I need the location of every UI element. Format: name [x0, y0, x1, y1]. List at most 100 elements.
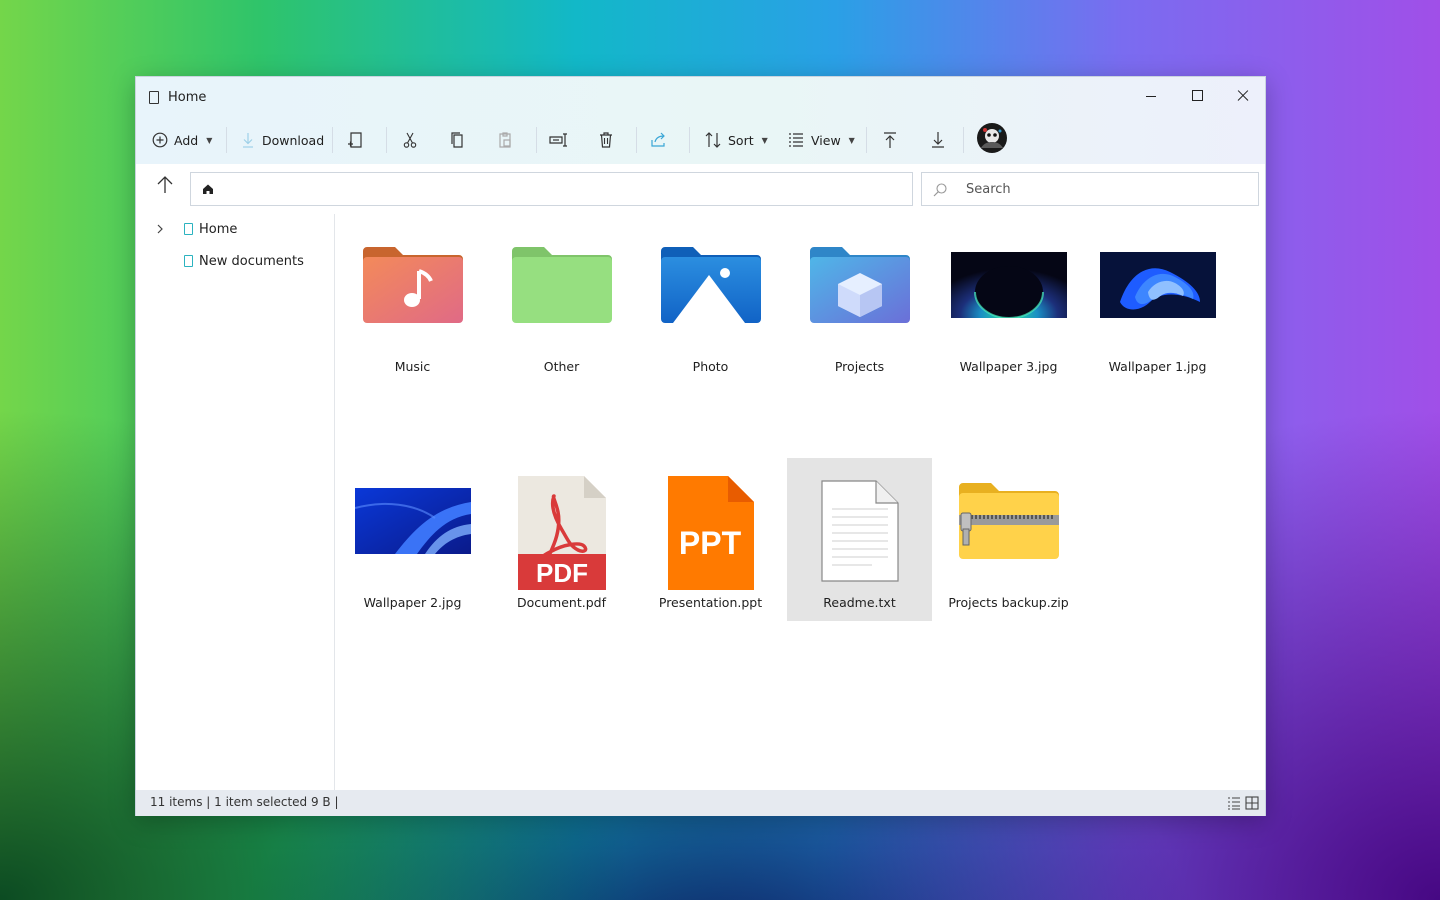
green-folder-icon: [489, 222, 634, 347]
cut-button[interactable]: [402, 125, 418, 155]
image-thumbnail: [936, 222, 1081, 347]
chevron-right-icon[interactable]: [154, 223, 166, 235]
grid-view-button[interactable]: [1245, 796, 1259, 810]
file-name: Other: [543, 359, 580, 374]
caret-down-icon: ▼: [761, 135, 768, 145]
pdf-file-icon: PDF: [489, 470, 634, 595]
trash-icon: [600, 132, 612, 148]
add-button[interactable]: Add ▼: [152, 125, 212, 155]
scissors-icon: [403, 132, 417, 148]
plus-circle-icon: [152, 132, 168, 148]
download-button[interactable]: Download: [240, 125, 324, 155]
home-icon: [203, 184, 213, 194]
toolbar: Add ▼ Download Sort ▼ View ▼: [136, 121, 1265, 159]
view-button[interactable]: View ▼: [787, 125, 855, 155]
document-icon: [149, 91, 159, 104]
file-name: Presentation.ppt: [658, 595, 763, 610]
file-name: Readme.txt: [823, 595, 896, 610]
file-name: Wallpaper 2.jpg: [363, 595, 462, 610]
ppt-file-icon: PPT: [638, 470, 783, 595]
pdf-badge: PDF: [536, 558, 588, 588]
file-tile-photo[interactable]: Photo: [638, 222, 783, 385]
sort-button[interactable]: Sort ▼: [704, 125, 768, 155]
file-name: Music: [394, 359, 431, 374]
download-icon: [243, 133, 253, 148]
sidebar-item-new-documents[interactable]: New documents: [184, 249, 304, 273]
music-folder-icon: [340, 222, 485, 347]
share-button[interactable]: [650, 125, 668, 155]
file-name: Wallpaper 3.jpg: [959, 359, 1058, 374]
image-thumbnail: [340, 458, 485, 583]
list-view-icon: [789, 133, 803, 147]
arrow-down-to-line-icon: [932, 132, 944, 148]
search-icon: [933, 183, 947, 197]
caret-down-icon: ▼: [206, 135, 213, 145]
toolbar-divider: [386, 127, 387, 153]
paste-icon: [499, 132, 511, 148]
file-tile-music[interactable]: Music: [340, 222, 485, 385]
zip-folder-icon: [936, 458, 1081, 583]
details-view-button[interactable]: [1227, 796, 1241, 810]
file-tile-projects-backup-zip[interactable]: Projects backup.zip: [936, 458, 1081, 621]
file-tile-other[interactable]: Other: [489, 222, 634, 385]
arrow-up-icon: [157, 176, 173, 193]
toolbar-divider: [866, 127, 867, 153]
paste-button[interactable]: [497, 125, 513, 155]
file-tile-wallpaper-2[interactable]: Wallpaper 2.jpg: [340, 458, 485, 621]
download-label: Download: [262, 132, 325, 148]
user-avatar[interactable]: [976, 123, 1008, 153]
toolbar-divider: [536, 127, 537, 153]
file-tile-wallpaper-3[interactable]: Wallpaper 3.jpg: [936, 222, 1081, 385]
rename-icon: [549, 133, 567, 147]
text-file-icon: [787, 468, 932, 593]
window-chrome: Home Add ▼ Download Sort ▼ View ▼: [136, 77, 1265, 164]
folder-tree: Home New documents: [136, 214, 335, 790]
sort-icon: [705, 132, 721, 148]
sort-label: Sort: [728, 132, 754, 148]
toolbar-divider: [689, 127, 690, 153]
toolbar-divider: [226, 127, 227, 153]
file-explorer-window: Home Add ▼ Download Sort ▼ View ▼ Search…: [135, 76, 1266, 816]
navigation-row: [136, 165, 1265, 211]
document-icon: [184, 223, 193, 235]
file-tile-document-pdf[interactable]: PDF Document.pdf: [489, 458, 634, 621]
file-tile-readme-txt[interactable]: Readme.txt: [787, 458, 932, 621]
minimize-button[interactable]: [1136, 85, 1166, 107]
file-name: Wallpaper 1.jpg: [1108, 359, 1207, 374]
search-input[interactable]: [966, 179, 1246, 199]
toolbar-divider: [636, 127, 637, 153]
details-view-icon: [1228, 797, 1240, 810]
caret-down-icon: ▼: [848, 135, 855, 145]
file-name: Document.pdf: [516, 595, 606, 610]
file-tile-projects[interactable]: Projects: [787, 222, 932, 385]
new-file-button[interactable]: [347, 125, 365, 155]
photo-folder-icon: [638, 222, 783, 347]
view-label: View: [811, 132, 841, 148]
address-bar[interactable]: [190, 172, 913, 206]
document-icon: [184, 255, 193, 267]
upload-button[interactable]: [882, 125, 898, 155]
add-label: Add: [174, 132, 199, 148]
file-name: Projects: [834, 359, 885, 374]
ppt-badge: PPT: [678, 525, 741, 561]
arrow-up-to-line-icon: [884, 132, 896, 148]
maximize-button[interactable]: [1182, 85, 1212, 107]
close-button[interactable]: [1228, 85, 1258, 107]
copy-button[interactable]: [449, 125, 465, 155]
file-name: Projects backup.zip: [948, 595, 1069, 610]
projects-folder-icon: [787, 222, 932, 347]
sidebar-item-home[interactable]: Home: [184, 217, 237, 241]
sidebar-item-label: New documents: [199, 253, 304, 269]
title-bar[interactable]: Home: [136, 77, 1265, 117]
file-tile-presentation-ppt[interactable]: PPT Presentation.ppt: [638, 458, 783, 621]
up-folder-button[interactable]: [154, 174, 176, 198]
delete-button[interactable]: [598, 125, 614, 155]
image-thumbnail: [1085, 222, 1230, 347]
status-bar: 11 items | 1 item selected 9 B |: [136, 790, 1265, 816]
window-title: Home: [168, 90, 207, 105]
rename-button[interactable]: [549, 125, 569, 155]
file-tile-wallpaper-1[interactable]: Wallpaper 1.jpg: [1085, 222, 1230, 385]
grid-view-icon: [1245, 796, 1259, 810]
download-arrow-button[interactable]: [930, 125, 946, 155]
sidebar-item-label: Home: [199, 221, 238, 237]
